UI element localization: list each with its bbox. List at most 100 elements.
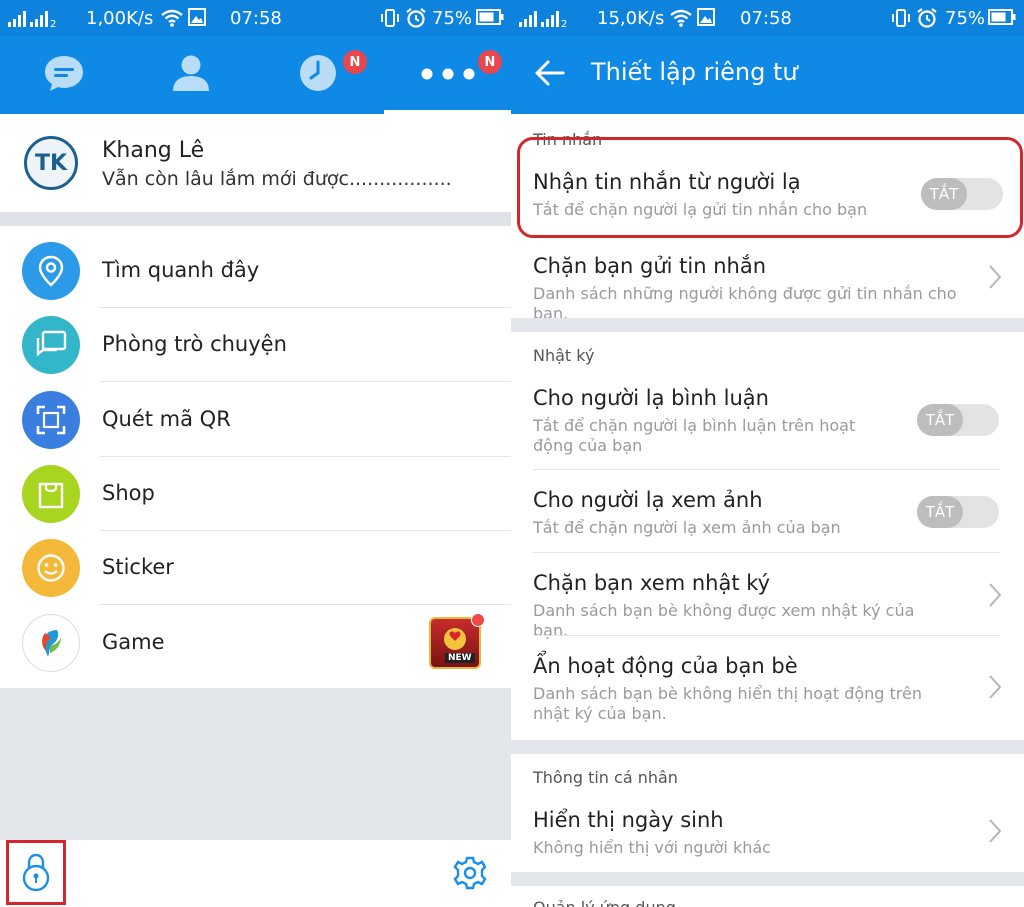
- network-speed: 15,0K/s: [597, 8, 665, 29]
- chat-rooms-icon: [22, 316, 80, 374]
- tab-contacts[interactable]: [127, 36, 254, 114]
- row-title: Cho người lạ bình luận: [533, 386, 769, 410]
- chevron-right-icon: [988, 264, 1002, 294]
- battery-icon: [988, 8, 1016, 31]
- menu-label: Sticker: [102, 555, 174, 579]
- status-bar: 2 15,0K/s 07:58 75%: [511, 0, 1024, 36]
- menu-item-nearby[interactable]: Tìm quanh đây: [0, 234, 511, 308]
- vibrate-icon: [891, 8, 911, 33]
- profile-row[interactable]: TK Khang Lê Vẫn còn lâu lắm mới được....…: [0, 114, 511, 212]
- divider: [100, 604, 511, 605]
- row-block-messages[interactable]: Chặn bạn gửi tin nhắn Danh sách những ng…: [511, 238, 1024, 323]
- clock-time: 07:58: [740, 8, 792, 29]
- clock-icon: [298, 53, 338, 97]
- menu-label: Quét mã QR: [102, 407, 231, 431]
- menu-label: Tìm quanh đây: [102, 258, 260, 282]
- menu-item-shop[interactable]: Shop: [0, 457, 511, 531]
- row-subtitle: Tắt để chặn người lạ xem ảnh của bạn: [533, 518, 841, 537]
- row-stranger-photos[interactable]: Cho người lạ xem ảnh Tắt để chặn người l…: [511, 470, 1024, 553]
- row-title: Cho người lạ xem ảnh: [533, 488, 763, 512]
- contacts-icon: [170, 53, 212, 97]
- wifi-icon: [160, 8, 184, 33]
- row-block-diary[interactable]: Chặn bạn xem nhật ký Danh sách bạn bè kh…: [511, 553, 1024, 640]
- status-bar: 2 1,00K/s 07:58 75%: [0, 0, 511, 36]
- wifi-icon: [669, 8, 693, 33]
- alarm-icon: [916, 8, 938, 33]
- menu-label: Phòng trò chuyện: [102, 332, 287, 356]
- menu-item-sticker[interactable]: Sticker: [0, 531, 511, 605]
- alarm-icon: [405, 8, 427, 33]
- chat-icon: [42, 53, 86, 97]
- page-title: Thiết lập riêng tư: [591, 58, 798, 86]
- row-hide-activity[interactable]: Ẩn hoạt động của bạn bè Danh sách bạn bè…: [511, 636, 1024, 740]
- divider: [0, 212, 511, 226]
- divider: [100, 381, 511, 382]
- section-divider: [511, 740, 1024, 754]
- notification-dot: [471, 613, 485, 627]
- tab-messages[interactable]: [0, 36, 127, 114]
- battery-percent: 75%: [432, 8, 473, 29]
- row-title: Ẩn hoạt động của bạn bè: [533, 654, 798, 678]
- game-new-label: NEW: [445, 653, 475, 663]
- highlight-box: [517, 137, 1023, 238]
- row-subtitle: Tắt để chặn người lạ bình luận trên hoạt…: [533, 416, 856, 455]
- tab-more[interactable]: N: [384, 36, 511, 114]
- shopping-bag-icon: [22, 465, 80, 523]
- signal-icon: 2: [519, 7, 595, 34]
- chevron-right-icon: [988, 582, 1002, 612]
- svg-text:2: 2: [50, 19, 56, 29]
- section-divider: [511, 318, 1024, 332]
- row-title: Hiển thị ngày sinh: [533, 808, 724, 832]
- section-header-personal: Thông tin cá nhân: [533, 768, 678, 787]
- battery-percent: 75%: [945, 8, 986, 29]
- smiley-icon: [22, 539, 80, 597]
- main-menu-screen: 2 1,00K/s 07:58 75% N N TK Khang Lê Vẫn …: [0, 0, 511, 907]
- settings-gear-icon[interactable]: [453, 856, 487, 894]
- menu-item-game[interactable]: Game NEW: [0, 606, 511, 680]
- toggle-off-label: TẮT: [917, 404, 963, 436]
- gallery-icon: [697, 8, 715, 31]
- row-subtitle: Không hiển thị với người khác: [533, 838, 771, 857]
- gallery-icon: [188, 8, 206, 31]
- more-badge: N: [478, 50, 502, 74]
- section-divider: [511, 872, 1024, 886]
- location-pin-icon: [22, 242, 80, 300]
- back-arrow-icon[interactable]: [533, 56, 567, 94]
- tab-timeline[interactable]: N: [254, 36, 381, 114]
- row-title: Chặn bạn gửi tin nhắn: [533, 254, 767, 278]
- chevron-right-icon: [988, 674, 1002, 704]
- row-title: Chặn bạn xem nhật ký: [533, 571, 771, 595]
- timeline-badge: N: [343, 50, 367, 74]
- profile-name: Khang Lê: [102, 138, 205, 163]
- clock-time: 07:58: [230, 8, 282, 29]
- row-subtitle: Danh sách bạn bè không hiển thị hoạt độn…: [533, 684, 923, 723]
- top-tab-bar: N N: [0, 36, 511, 114]
- app-bar: Thiết lập riêng tư: [511, 36, 1024, 114]
- more-dots-icon: [420, 66, 476, 85]
- highlight-box: [6, 840, 66, 905]
- bottom-bar: [0, 840, 511, 907]
- stranger-comments-toggle[interactable]: TẮT: [917, 404, 999, 436]
- toggle-off-label: TẮT: [917, 496, 963, 528]
- section-header-diary: Nhật ký: [533, 346, 595, 365]
- chevron-right-icon: [988, 818, 1002, 848]
- avatar: TK: [24, 136, 78, 190]
- game-logo-icon: [22, 614, 80, 672]
- vibrate-icon: [380, 8, 400, 33]
- section-header-app: Quản lý ứng dụng: [533, 898, 676, 907]
- svg-text:2: 2: [561, 19, 567, 29]
- profile-status: Vẫn còn lâu lắm mới được................…: [102, 168, 452, 190]
- qr-scan-icon: [22, 391, 80, 449]
- battery-icon: [476, 8, 504, 31]
- signal-icon: 2: [8, 7, 84, 34]
- stranger-photos-toggle[interactable]: TẮT: [917, 496, 999, 528]
- menu-item-qr-scan[interactable]: Quét mã QR: [0, 383, 511, 457]
- menu-item-chat-rooms[interactable]: Phòng trò chuyện: [0, 308, 511, 382]
- row-show-birthday[interactable]: Hiển thị ngày sinh Không hiển thị với ng…: [511, 790, 1024, 872]
- row-stranger-comments[interactable]: Cho người lạ bình luận Tắt để chặn người…: [511, 370, 1024, 470]
- network-speed: 1,00K/s: [86, 8, 154, 29]
- game-thumbnail[interactable]: NEW: [429, 613, 485, 669]
- empty-area: [0, 688, 511, 840]
- menu-label: Game: [102, 630, 165, 654]
- privacy-settings-screen: 2 15,0K/s 07:58 75% Thiết lập riêng tư T…: [511, 0, 1024, 907]
